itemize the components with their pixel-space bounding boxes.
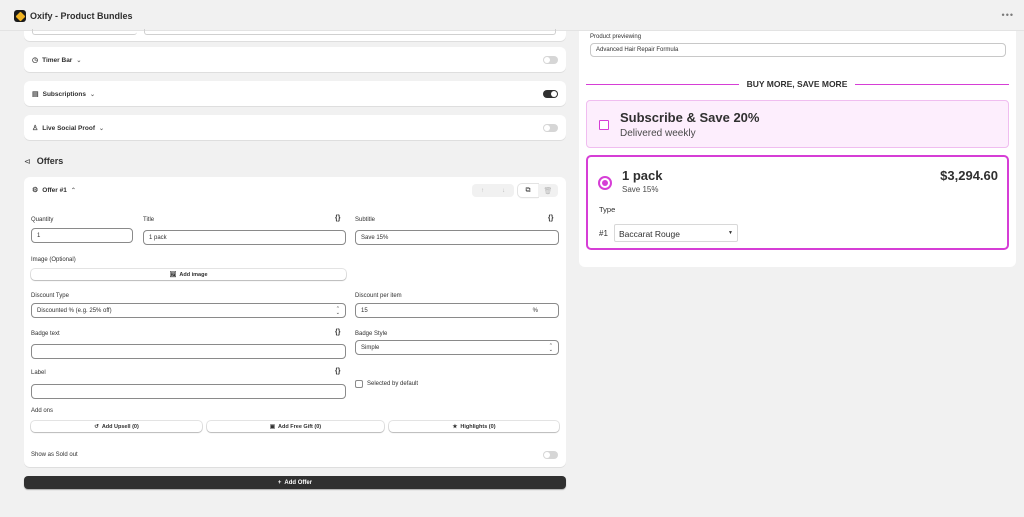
discount-per-item-label: Discount per item	[355, 293, 402, 299]
badge-text-variables-icon[interactable]: {}	[335, 329, 340, 336]
pack-subtitle: Save 15%	[622, 185, 659, 194]
arrow-up-icon: ↑	[481, 187, 484, 194]
app-logo-icon	[14, 10, 26, 22]
discount-type-label: Discount Type	[31, 293, 69, 299]
move-down-button[interactable]: ↓	[493, 184, 514, 197]
selected-by-default-checkbox[interactable]	[355, 380, 363, 388]
banner-line-left	[586, 84, 739, 85]
badge-style-label: Badge Style	[355, 331, 388, 337]
subscriptions-toggle[interactable]	[543, 90, 558, 98]
title-input[interactable]: 1 pack	[143, 230, 346, 245]
subscribe-option[interactable]: Subscribe & Save 20% Delivered weekly	[586, 100, 1009, 148]
calendar-icon: ▤	[32, 91, 39, 98]
image-icon: 🖼	[169, 271, 177, 278]
pack-option[interactable]: 1 pack Save 15% $3,294.60 Type #1 Baccar…	[586, 155, 1009, 250]
badge-text-label: Badge text	[31, 331, 60, 337]
live-social-proof-toggle[interactable]	[543, 124, 558, 132]
chevron-down-icon[interactable]: ⌄	[99, 125, 104, 132]
chevron-up-icon[interactable]: ⌃	[71, 187, 76, 194]
copy-icon: ⧉	[525, 186, 531, 194]
title-label: Title	[143, 217, 155, 223]
add-ons-label: Add ons	[31, 408, 54, 414]
title-variables-icon[interactable]: {}	[335, 215, 340, 222]
offers-heading: ⊲ Offers	[24, 156, 64, 166]
variant-select[interactable]: Baccarat Rouge ▼	[614, 224, 738, 242]
quantity-input[interactable]: 1	[31, 228, 133, 243]
select-arrows-icon: ⌃ ⌄	[548, 343, 553, 353]
banner-line-right	[855, 84, 1009, 85]
label-variables-icon[interactable]: {}	[335, 368, 340, 375]
subscriptions-label: Subscriptions	[42, 90, 86, 98]
sold-out-toggle[interactable]	[543, 451, 558, 459]
timer-bar-label: Timer Bar	[42, 56, 73, 64]
upsell-icon: ↺	[94, 423, 99, 430]
subtitle-label: Subtitle	[355, 217, 376, 223]
add-free-gift-button[interactable]: ▣ Add Free Gift (0)	[207, 421, 384, 432]
label-label: Label	[31, 370, 46, 376]
live-social-proof-label: Live Social Proof	[42, 124, 96, 132]
clock-icon: ◷	[32, 57, 39, 64]
clipped-card	[24, 29, 566, 41]
discount-type-select[interactable]: Discounted % (e.g. 25% off) ⌃ ⌄	[31, 303, 346, 318]
add-image-button[interactable]: 🖼 Add image	[31, 269, 346, 280]
more-options-icon[interactable]: •••	[1002, 10, 1014, 20]
caret-down-icon: ▼	[728, 230, 733, 236]
image-label: Image (Optional)	[31, 257, 76, 263]
quantity-label: Quantity	[31, 217, 54, 223]
discount-per-item-input[interactable]: 15 %	[355, 303, 559, 318]
offer-title: Offer #1	[42, 186, 67, 194]
subscribe-title: Subscribe & Save 20%	[620, 110, 760, 125]
badge-style-select[interactable]: Simple ⌃ ⌄	[355, 340, 559, 355]
sold-out-label: Show as Sold out	[31, 452, 78, 458]
select-arrows-icon: ⌃ ⌄	[335, 306, 340, 316]
pack-radio[interactable]	[598, 176, 612, 190]
preview-panel: Product previewing Advanced Hair Repair …	[579, 31, 1016, 267]
add-offer-button[interactable]: + Add Offer	[24, 476, 566, 489]
move-up-button[interactable]: ↑	[472, 184, 493, 197]
product-previewing-label: Product previewing	[590, 34, 642, 40]
add-upsell-button[interactable]: ↺ Add Upsell (0)	[31, 421, 202, 432]
subtitle-variables-icon[interactable]: {}	[548, 215, 553, 222]
app-title: Oxify - Product Bundles	[30, 11, 133, 21]
type-label: Type	[599, 205, 616, 214]
product-preview-select[interactable]: Advanced Hair Repair Formula	[590, 43, 1006, 57]
offers-icon: ⊲	[24, 156, 31, 166]
pack-title: 1 pack	[622, 168, 663, 183]
live-social-proof-section[interactable]: ♙ Live Social Proof ⌄	[24, 115, 566, 140]
delete-button[interactable]: 🗑	[538, 184, 558, 197]
gift-icon: ▣	[269, 423, 276, 430]
highlights-button[interactable]: ★ Highlights (0)	[389, 421, 559, 432]
star-icon: ★	[452, 423, 458, 430]
banner-title: BUY MORE, SAVE MORE	[746, 79, 848, 89]
top-bar: Oxify - Product Bundles •••	[0, 0, 1024, 31]
selected-by-default-label: Selected by default	[367, 381, 419, 387]
chevron-down-icon[interactable]: ⌄	[76, 57, 81, 64]
subtitle-input[interactable]: Save 15%	[355, 230, 559, 245]
subscribe-subtitle: Delivered weekly	[620, 128, 696, 139]
timer-bar-toggle[interactable]	[543, 56, 558, 64]
trash-icon: 🗑	[543, 187, 553, 195]
subscribe-checkbox[interactable]	[599, 120, 609, 130]
pack-price: $3,294.60	[940, 168, 998, 183]
plus-icon: +	[277, 479, 282, 486]
badge-text-input[interactable]	[31, 344, 346, 359]
label-input[interactable]	[31, 384, 346, 399]
gear-icon: ⚙	[32, 187, 39, 194]
offer-card: ⚙ Offer #1 ⌃ ↑ ↓ ⧉ 🗑 Quantity 1 Title {}…	[24, 177, 566, 467]
duplicate-button[interactable]: ⧉	[518, 184, 538, 197]
person-icon: ♙	[32, 125, 39, 132]
subscriptions-section[interactable]: ▤ Subscriptions ⌄	[24, 81, 566, 106]
variant-index: #1	[599, 229, 608, 238]
timer-bar-section[interactable]: ◷ Timer Bar ⌄	[24, 47, 566, 72]
chevron-down-icon[interactable]: ⌄	[90, 91, 95, 98]
arrow-down-icon: ↓	[502, 187, 505, 194]
